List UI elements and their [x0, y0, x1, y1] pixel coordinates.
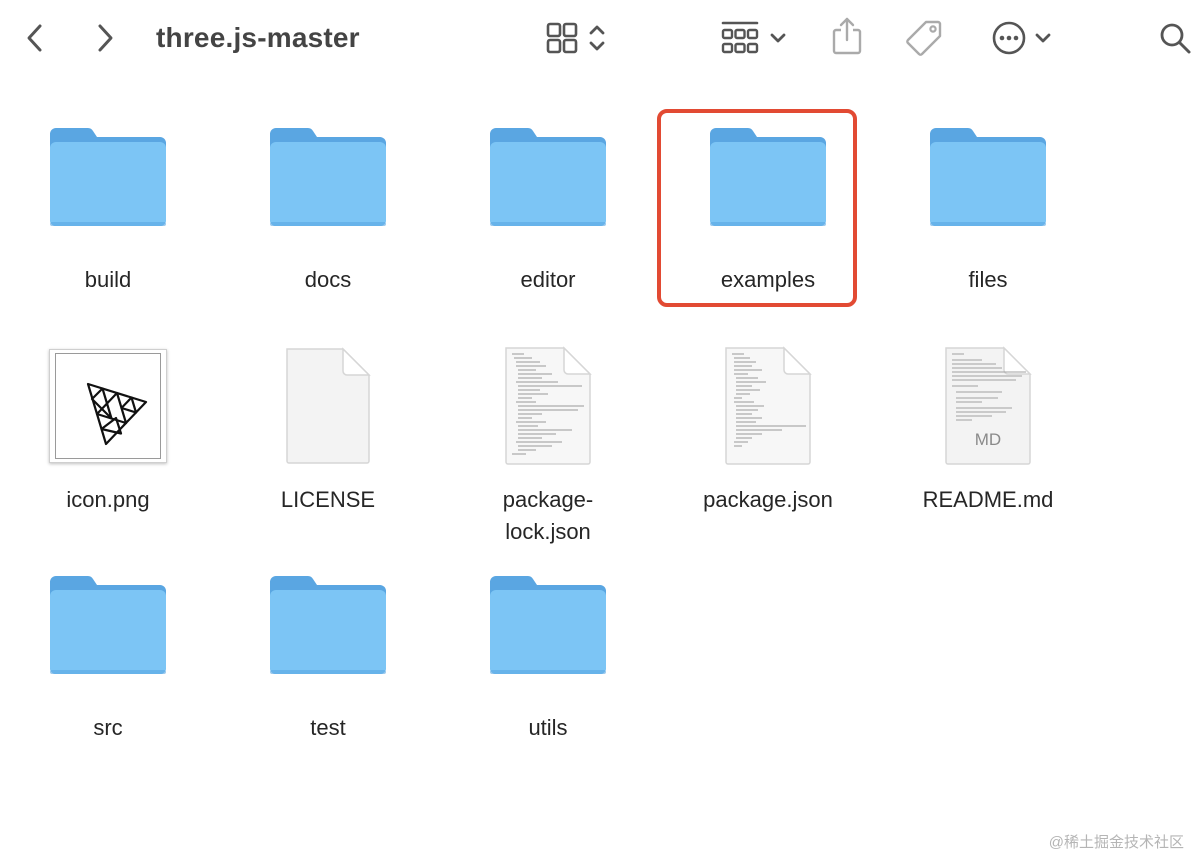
file-item-test[interactable]: test: [228, 564, 428, 764]
markdown-document-icon: MD: [928, 346, 1048, 466]
file-item-license[interactable]: LICENSE: [228, 346, 428, 546]
file-name: package.json: [703, 487, 833, 512]
file-name: build: [84, 267, 132, 292]
folder-icon: [48, 564, 168, 684]
file-name: icon.png: [66, 487, 150, 512]
file-item-utils[interactable]: utils: [448, 564, 648, 764]
file-name: src: [93, 715, 123, 740]
file-item-icon-png[interactable]: icon.png: [8, 346, 208, 546]
folder-icon: [48, 116, 168, 236]
file-name: package- lock.json: [502, 487, 594, 544]
file-item-readme-md[interactable]: MD README.md: [888, 346, 1088, 546]
image-thumbnail-icon: [48, 346, 168, 466]
file-item-files[interactable]: files: [888, 116, 1088, 316]
file-item-package-json[interactable]: package.json: [668, 346, 868, 546]
threejs-logo-icon: [86, 382, 148, 446]
file-name: docs: [304, 267, 352, 292]
file-name: editor: [520, 267, 576, 292]
folder-icon: [268, 116, 388, 236]
watermark: @稀土掘金技术社区: [1048, 834, 1184, 851]
file-item-editor[interactable]: editor: [448, 116, 648, 316]
highlight-box: [657, 109, 857, 307]
file-name: files: [968, 267, 1008, 292]
folder-icon: [488, 564, 608, 684]
document-icon: [268, 346, 388, 466]
markdown-badge: MD: [974, 430, 1002, 449]
file-name: test: [310, 715, 346, 740]
file-item-docs[interactable]: docs: [228, 116, 428, 316]
folder-icon: [268, 564, 388, 684]
file-item-src[interactable]: src: [8, 564, 208, 764]
file-item-package-lock-json[interactable]: package- lock.json: [448, 346, 648, 546]
file-icon-grid: build docs editor examples files icon.pn…: [0, 0, 1194, 858]
file-name: utils: [528, 715, 568, 740]
folder-icon: [488, 116, 608, 236]
file-name: README.md: [922, 487, 1054, 512]
text-document-icon: [708, 346, 828, 466]
text-document-icon: [488, 346, 608, 466]
folder-icon: [928, 116, 1048, 236]
file-item-build[interactable]: build: [8, 116, 208, 316]
file-name: LICENSE: [280, 487, 376, 512]
